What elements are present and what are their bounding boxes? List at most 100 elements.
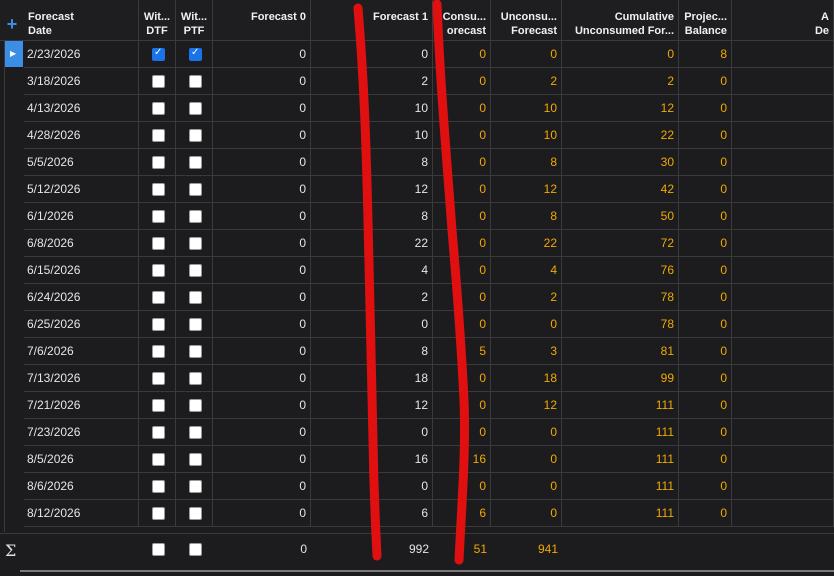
- table-row[interactable]: 8/12/2026 0 6 6 0 111 0: [24, 500, 834, 527]
- cell-unconsumed[interactable]: 8: [491, 203, 562, 229]
- cell-extra[interactable]: [732, 230, 834, 256]
- cell-date[interactable]: 4/13/2026: [24, 95, 139, 121]
- cell-cumulative[interactable]: 50: [562, 203, 679, 229]
- cell-date[interactable]: 7/21/2026: [24, 392, 139, 418]
- cell-f0[interactable]: 0: [213, 230, 311, 256]
- cell-f0[interactable]: 0: [213, 419, 311, 445]
- cell-consumed[interactable]: 0: [433, 149, 491, 175]
- cell-consumed[interactable]: 0: [433, 365, 491, 391]
- cell-f1[interactable]: 16: [311, 446, 433, 472]
- cell-projected[interactable]: 0: [679, 392, 732, 418]
- dtf-checkbox[interactable]: [152, 46, 165, 61]
- ptf-checkbox[interactable]: [189, 480, 202, 493]
- cell-projected[interactable]: 0: [679, 230, 732, 256]
- cell-extra[interactable]: [732, 203, 834, 229]
- cell-date[interactable]: 6/24/2026: [24, 284, 139, 310]
- cell-extra[interactable]: [732, 41, 834, 67]
- row-selector[interactable]: [5, 122, 23, 148]
- cell-unconsumed[interactable]: 8: [491, 149, 562, 175]
- row-selector[interactable]: [5, 473, 23, 499]
- ptf-checkbox[interactable]: [189, 183, 202, 196]
- cell-date[interactable]: 6/25/2026: [24, 311, 139, 337]
- row-selector[interactable]: [5, 338, 23, 364]
- cell-cumulative[interactable]: 111: [562, 473, 679, 499]
- cell-projected[interactable]: 0: [679, 446, 732, 472]
- ptf-checkbox[interactable]: [189, 372, 202, 385]
- cell-f0[interactable]: 0: [213, 284, 311, 310]
- cell-f1[interactable]: 4: [311, 257, 433, 283]
- cell-cumulative[interactable]: 78: [562, 284, 679, 310]
- column-header-f1[interactable]: Forecast 1: [311, 0, 433, 40]
- dtf-checkbox[interactable]: [152, 291, 165, 304]
- cell-unconsumed[interactable]: 12: [491, 176, 562, 202]
- cell-cumulative[interactable]: 0: [562, 41, 679, 67]
- dtf-checkbox[interactable]: [152, 102, 165, 115]
- cell-date[interactable]: 4/28/2026: [24, 122, 139, 148]
- cell-cumulative[interactable]: 81: [562, 338, 679, 364]
- dtf-checkbox[interactable]: [152, 129, 165, 142]
- column-header-date[interactable]: Forecast Date: [24, 0, 139, 40]
- cell-unconsumed[interactable]: 0: [491, 500, 562, 526]
- table-row[interactable]: 6/8/2026 0 22 0 22 72 0: [24, 230, 834, 257]
- table-row[interactable]: 7/6/2026 0 8 5 3 81 0: [24, 338, 834, 365]
- cell-cumulative[interactable]: 22: [562, 122, 679, 148]
- cell-date[interactable]: 7/23/2026: [24, 419, 139, 445]
- cell-consumed[interactable]: 0: [433, 95, 491, 121]
- cell-f1[interactable]: 0: [311, 473, 433, 499]
- cell-extra[interactable]: [732, 176, 834, 202]
- cell-projected[interactable]: 0: [679, 203, 732, 229]
- column-header-consumed[interactable]: Consu... orecast: [433, 0, 491, 40]
- dtf-checkbox[interactable]: [152, 237, 165, 250]
- cell-unconsumed[interactable]: 22: [491, 230, 562, 256]
- cell-unconsumed[interactable]: 4: [491, 257, 562, 283]
- cell-projected[interactable]: 0: [679, 68, 732, 94]
- cell-f1[interactable]: 10: [311, 95, 433, 121]
- cell-cumulative[interactable]: 76: [562, 257, 679, 283]
- cell-cumulative[interactable]: 99: [562, 365, 679, 391]
- cell-f0[interactable]: 0: [213, 446, 311, 472]
- cell-f1[interactable]: 0: [311, 41, 433, 67]
- cell-projected[interactable]: 0: [679, 500, 732, 526]
- ptf-checkbox[interactable]: [189, 264, 202, 277]
- cell-consumed[interactable]: 0: [433, 311, 491, 337]
- cell-cumulative[interactable]: 12: [562, 95, 679, 121]
- cell-date[interactable]: 6/15/2026: [24, 257, 139, 283]
- ptf-checkbox[interactable]: [189, 426, 202, 439]
- row-selector[interactable]: [5, 68, 23, 94]
- cell-unconsumed[interactable]: 0: [491, 446, 562, 472]
- dtf-checkbox[interactable]: [152, 480, 165, 493]
- cell-f1[interactable]: 10: [311, 122, 433, 148]
- table-row[interactable]: 6/24/2026 0 2 0 2 78 0: [24, 284, 834, 311]
- cell-projected[interactable]: 0: [679, 122, 732, 148]
- cell-f1[interactable]: 0: [311, 311, 433, 337]
- cell-f0[interactable]: 0: [213, 41, 311, 67]
- cell-projected[interactable]: 8: [679, 41, 732, 67]
- cell-projected[interactable]: 0: [679, 365, 732, 391]
- dtf-checkbox[interactable]: [152, 453, 165, 466]
- cell-unconsumed[interactable]: 3: [491, 338, 562, 364]
- table-row[interactable]: 6/15/2026 0 4 0 4 76 0: [24, 257, 834, 284]
- cell-projected[interactable]: 0: [679, 257, 732, 283]
- cell-f0[interactable]: 0: [213, 176, 311, 202]
- cell-consumed[interactable]: 0: [433, 203, 491, 229]
- cell-consumed[interactable]: 5: [433, 338, 491, 364]
- dtf-checkbox[interactable]: [152, 507, 165, 520]
- row-selector[interactable]: [5, 446, 23, 472]
- horizontal-scrollbar[interactable]: [20, 570, 834, 572]
- cell-projected[interactable]: 0: [679, 284, 732, 310]
- table-row[interactable]: 8/5/2026 0 16 16 0 111 0: [24, 446, 834, 473]
- dtf-checkbox[interactable]: [152, 372, 165, 385]
- cell-f0[interactable]: 0: [213, 365, 311, 391]
- cell-f1[interactable]: 8: [311, 149, 433, 175]
- cell-projected[interactable]: 0: [679, 95, 732, 121]
- cell-f0[interactable]: 0: [213, 257, 311, 283]
- cell-f1[interactable]: 12: [311, 392, 433, 418]
- cell-consumed[interactable]: 6: [433, 500, 491, 526]
- table-row[interactable]: 6/1/2026 0 8 0 8 50 0: [24, 203, 834, 230]
- cell-cumulative[interactable]: 72: [562, 230, 679, 256]
- row-selector[interactable]: [5, 203, 23, 229]
- ptf-checkbox[interactable]: [189, 345, 202, 358]
- cell-extra[interactable]: [732, 68, 834, 94]
- cell-date[interactable]: 5/12/2026: [24, 176, 139, 202]
- cell-f1[interactable]: 8: [311, 338, 433, 364]
